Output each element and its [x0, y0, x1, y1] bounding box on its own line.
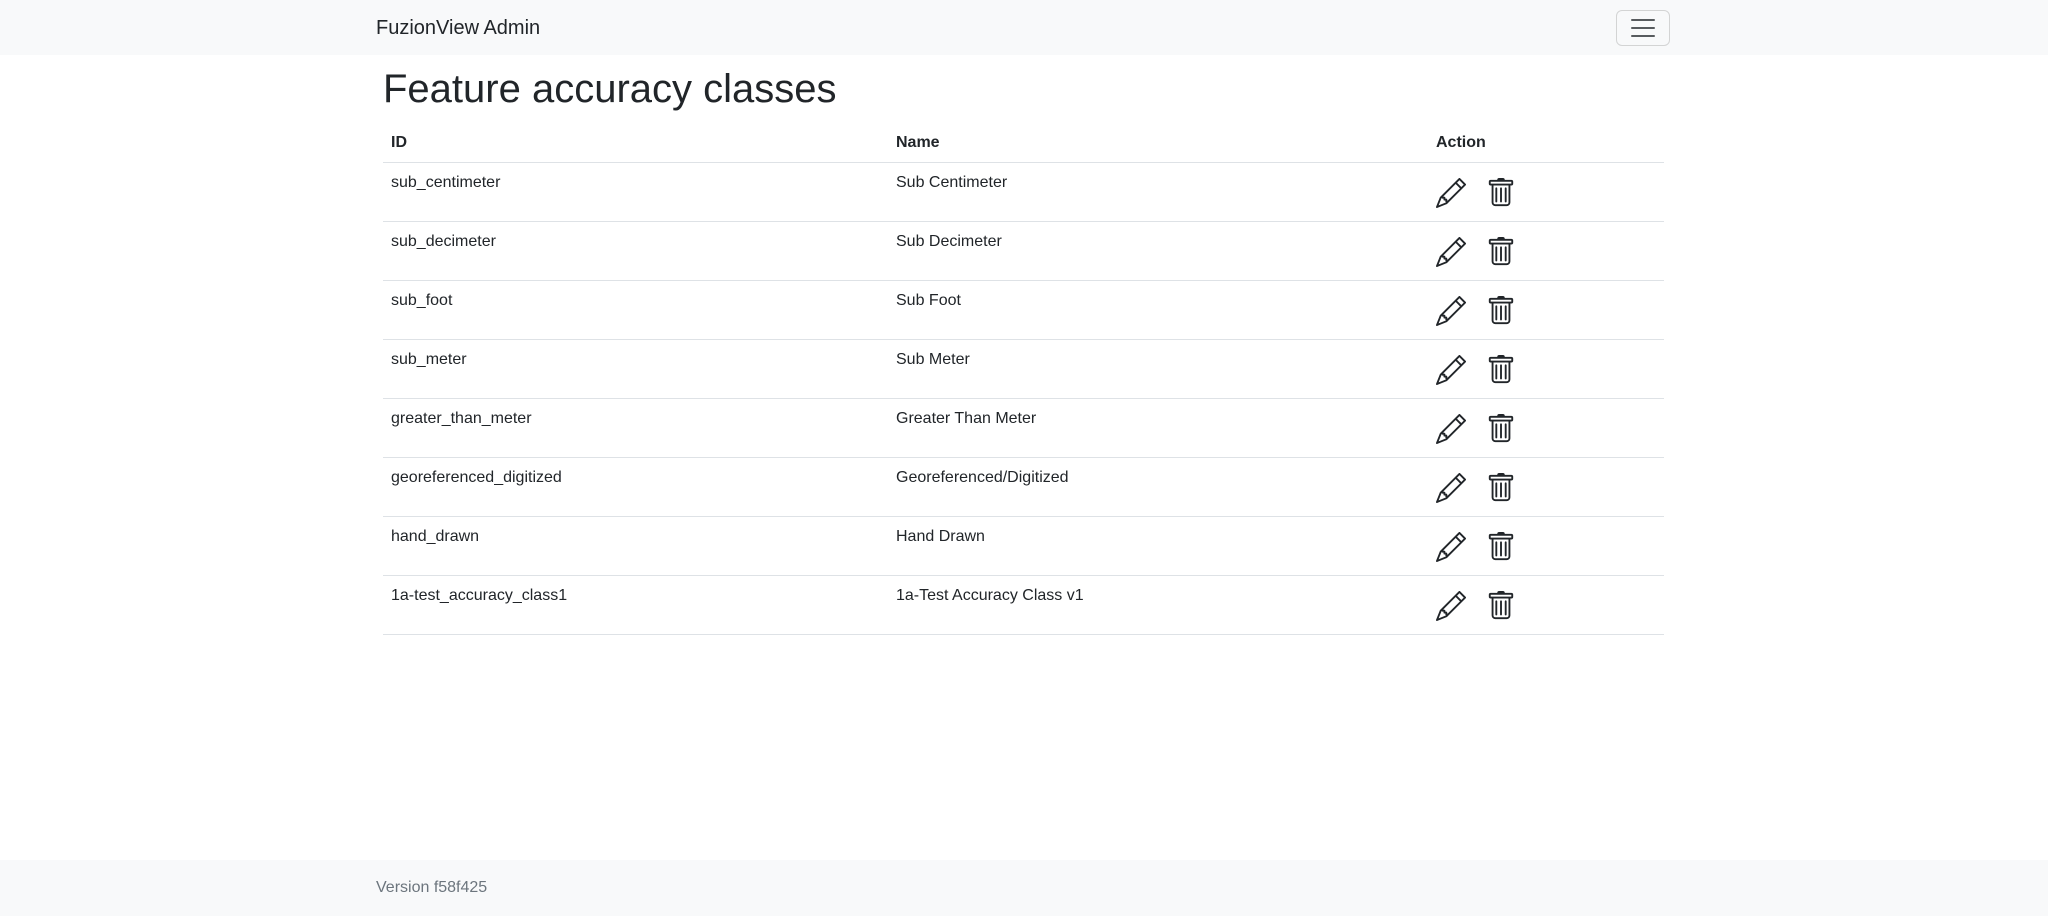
column-header-action: Action	[1428, 123, 1664, 163]
pencil-icon	[1436, 355, 1466, 385]
cell-actions	[1428, 339, 1664, 399]
table-row: 1a-test_accuracy_class1 1a-Test Accuracy …	[383, 575, 1664, 635]
column-header-name: Name	[888, 123, 1428, 163]
cell-name: Sub Decimeter	[888, 221, 1428, 281]
pencil-icon	[1436, 473, 1466, 503]
trash-icon	[1488, 355, 1514, 384]
edit-button[interactable]	[1436, 532, 1466, 562]
trash-icon	[1488, 296, 1514, 325]
trash-icon	[1488, 591, 1514, 620]
delete-button[interactable]	[1486, 591, 1516, 621]
delete-button[interactable]	[1486, 355, 1516, 385]
edit-button[interactable]	[1436, 355, 1466, 385]
hamburger-menu-icon	[1631, 19, 1655, 37]
version-text: Version f58f425	[376, 879, 488, 896]
cell-name: Greater Than Meter	[888, 398, 1428, 458]
edit-button[interactable]	[1436, 473, 1466, 503]
accuracy-classes-table: ID Name Action sub_centimeter Sub Centime…	[383, 123, 1664, 635]
trash-icon	[1488, 178, 1514, 207]
table-header-row: ID Name Action	[383, 123, 1664, 163]
row-actions	[1436, 527, 1656, 562]
pencil-icon	[1436, 591, 1466, 621]
table-row: greater_than_meter Greater Than Meter	[383, 398, 1664, 458]
cell-id: sub_decimeter	[383, 221, 888, 281]
cell-actions	[1428, 398, 1664, 458]
trash-icon	[1488, 237, 1514, 266]
cell-name: 1a-Test Accuracy Class v1	[888, 575, 1428, 635]
table-row: sub_centimeter Sub Centimeter	[383, 162, 1664, 222]
delete-button[interactable]	[1486, 296, 1516, 326]
page-title: Feature accuracy classes	[383, 67, 837, 111]
cell-id: sub_foot	[383, 280, 888, 340]
cell-id: sub_centimeter	[383, 162, 888, 222]
row-actions	[1436, 468, 1656, 503]
cell-actions	[1428, 221, 1664, 281]
row-actions	[1436, 291, 1656, 326]
delete-button[interactable]	[1486, 414, 1516, 444]
row-actions	[1436, 586, 1656, 621]
row-actions	[1436, 409, 1656, 444]
trash-icon	[1488, 532, 1514, 561]
delete-button[interactable]	[1486, 178, 1516, 208]
row-actions	[1436, 232, 1656, 267]
brand-link[interactable]: FuzionView Admin	[376, 15, 540, 41]
edit-button[interactable]	[1436, 178, 1466, 208]
table-row: sub_decimeter Sub Decimeter	[383, 221, 1664, 281]
cell-name: Hand Drawn	[888, 516, 1428, 576]
table-row: hand_drawn Hand Drawn	[383, 516, 1664, 576]
pencil-icon	[1436, 296, 1466, 326]
table-row: sub_foot Sub Foot	[383, 280, 1664, 340]
cell-actions	[1428, 516, 1664, 576]
trash-icon	[1488, 414, 1514, 443]
table-row: sub_meter Sub Meter	[383, 339, 1664, 399]
edit-button[interactable]	[1436, 296, 1466, 326]
cell-actions	[1428, 162, 1664, 222]
pencil-icon	[1436, 532, 1466, 562]
row-actions	[1436, 173, 1656, 208]
cell-actions	[1428, 575, 1664, 635]
edit-button[interactable]	[1436, 591, 1466, 621]
edit-button[interactable]	[1436, 237, 1466, 267]
cell-name: Sub Foot	[888, 280, 1428, 340]
delete-button[interactable]	[1486, 532, 1516, 562]
pencil-icon	[1436, 414, 1466, 444]
navbar-toggler-button[interactable]	[1616, 10, 1670, 46]
cell-id: 1a-test_accuracy_class1	[383, 575, 888, 635]
cell-id: georeferenced_digitized	[383, 457, 888, 517]
table-body: sub_centimeter Sub Centimeter sub_decimete…	[383, 162, 1664, 635]
cell-id: hand_drawn	[383, 516, 888, 576]
table-row: georeferenced_digitized Georeferenced/Dig…	[383, 457, 1664, 517]
delete-button[interactable]	[1486, 237, 1516, 267]
row-actions	[1436, 350, 1656, 385]
column-header-id: ID	[383, 123, 888, 163]
cell-name: Sub Meter	[888, 339, 1428, 399]
cell-id: greater_than_meter	[383, 398, 888, 458]
pencil-icon	[1436, 178, 1466, 208]
cell-actions	[1428, 280, 1664, 340]
cell-name: Georeferenced/Digitized	[888, 457, 1428, 517]
footer: Version f58f425	[0, 860, 2048, 916]
edit-button[interactable]	[1436, 414, 1466, 444]
cell-name: Sub Centimeter	[888, 162, 1428, 222]
navbar: FuzionView Admin	[0, 0, 2048, 55]
pencil-icon	[1436, 237, 1466, 267]
delete-button[interactable]	[1486, 473, 1516, 503]
cell-actions	[1428, 457, 1664, 517]
trash-icon	[1488, 473, 1514, 502]
cell-id: sub_meter	[383, 339, 888, 399]
